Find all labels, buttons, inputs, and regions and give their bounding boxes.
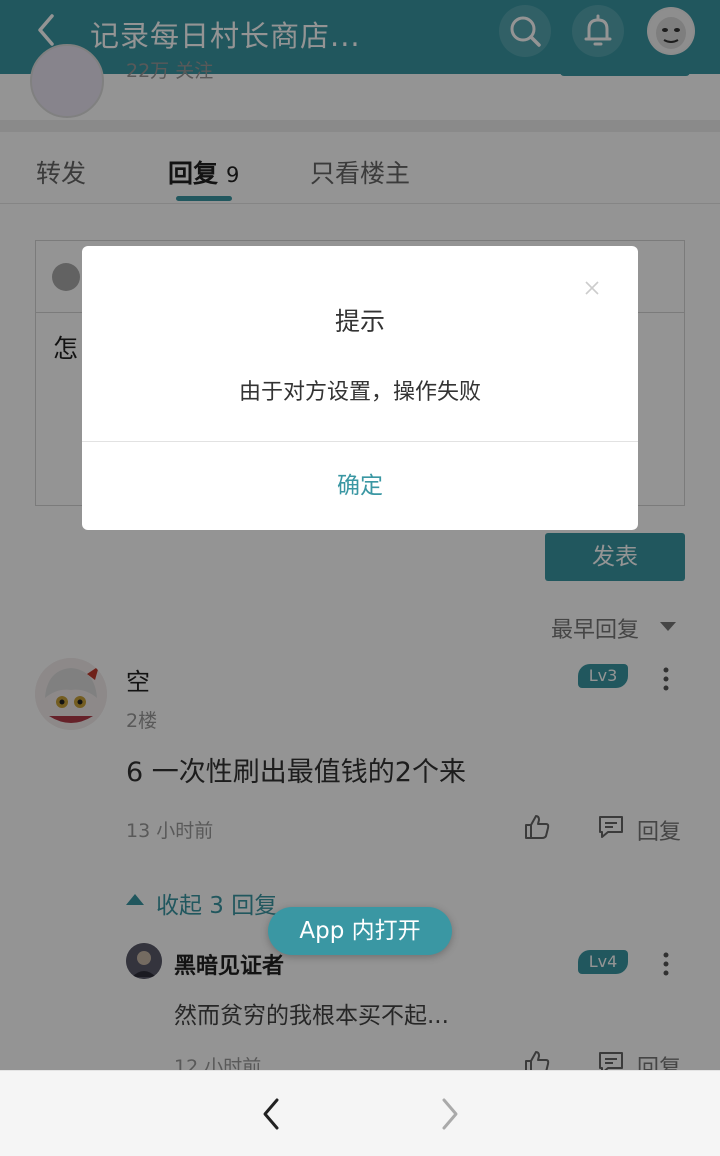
open-in-app-button[interactable]: App 内打开	[268, 907, 452, 955]
browser-forward-button[interactable]	[435, 1097, 463, 1131]
close-icon	[585, 281, 599, 295]
confirm-button[interactable]: 确定	[82, 442, 638, 530]
alert-dialog: 提示 由于对方设置，操作失败 确定	[82, 246, 638, 530]
browser-back-button[interactable]	[258, 1097, 286, 1131]
close-button[interactable]	[582, 278, 602, 298]
chevron-left-icon	[263, 1098, 279, 1130]
chevron-right-icon	[442, 1098, 458, 1130]
dialog-title: 提示	[334, 307, 385, 336]
browser-nav-bar	[0, 1070, 720, 1156]
dialog-message: 由于对方设置，操作失败	[238, 380, 481, 405]
